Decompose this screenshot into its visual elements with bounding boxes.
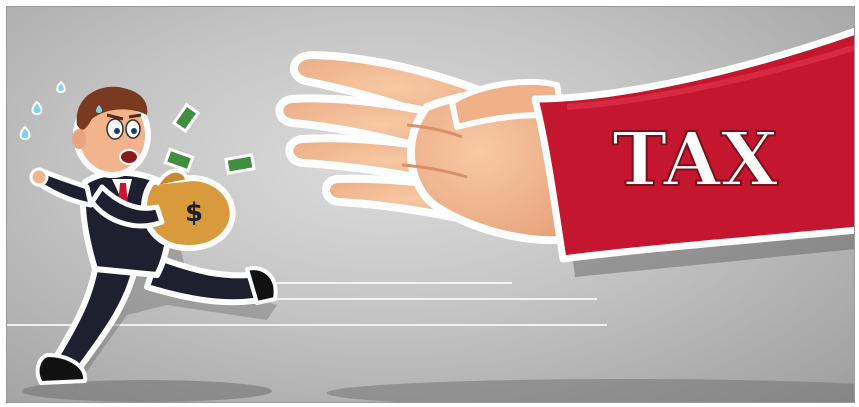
tax-hand: TAX bbox=[275, 27, 854, 277]
left-arm bbox=[38, 169, 94, 208]
flying-money bbox=[163, 102, 256, 175]
running-businessman: $ bbox=[29, 86, 278, 385]
tax-illustration: TAX $ bbox=[6, 6, 855, 403]
floor-shadow-hand bbox=[327, 379, 854, 402]
sweat-drops bbox=[19, 80, 66, 141]
illustration-canvas: TAX $ bbox=[7, 27, 854, 402]
head bbox=[72, 86, 151, 178]
tax-label: TAX bbox=[612, 117, 778, 203]
dollar-symbol: $ bbox=[185, 198, 203, 228]
